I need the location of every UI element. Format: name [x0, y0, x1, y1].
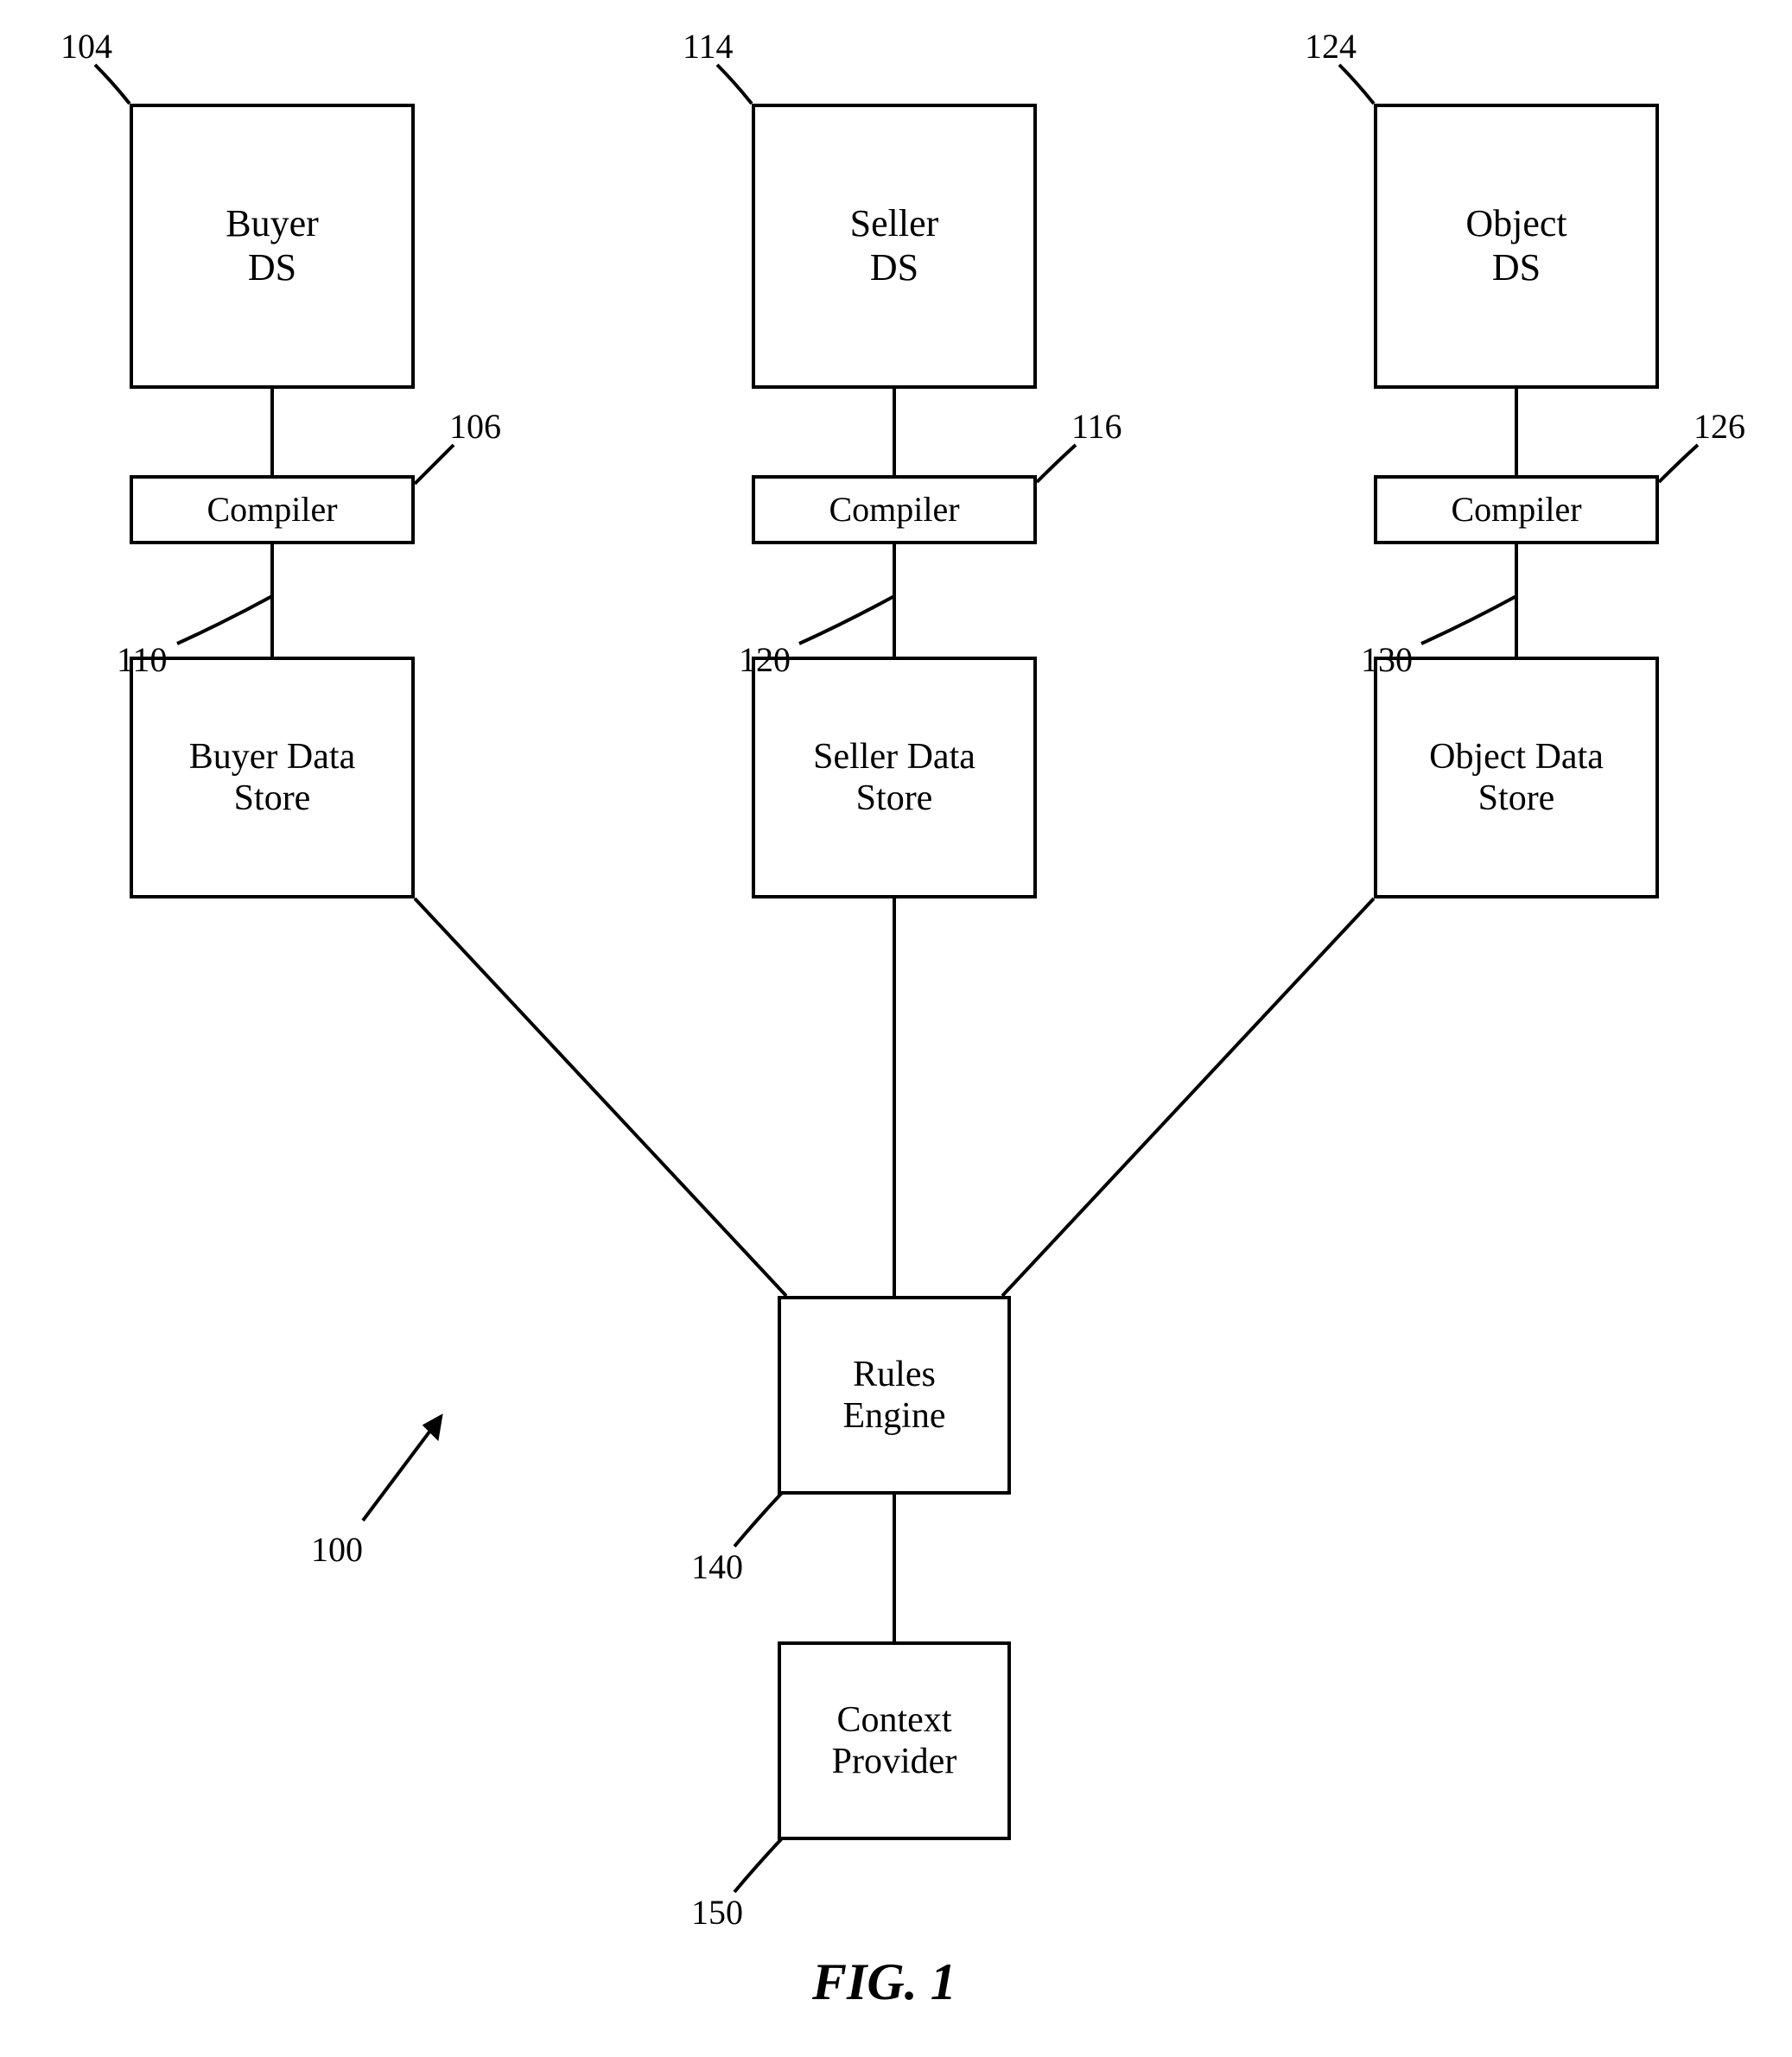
box-seller-store: Seller Data Store: [752, 657, 1037, 898]
ref-130: 130: [1361, 639, 1413, 680]
ref-100: 100: [311, 1529, 363, 1570]
box-buyer-compiler: Compiler: [130, 475, 415, 544]
ref-114: 114: [683, 26, 734, 67]
label-rules-engine: Rules Engine: [843, 1354, 946, 1438]
figure-caption: FIG. 1: [812, 1952, 956, 2012]
edge-object-ds-compiler: [1515, 389, 1518, 475]
edge-rules-context: [893, 1495, 896, 1641]
box-object-compiler: Compiler: [1374, 475, 1659, 544]
ref-116: 116: [1071, 406, 1122, 447]
ref-110: 110: [117, 639, 168, 680]
diagram-stage: Buyer DS Compiler Buyer Data Store Selle…: [0, 0, 1792, 2057]
ref-140: 140: [691, 1546, 743, 1587]
label-object-compiler: Compiler: [1451, 490, 1581, 530]
label-object-store: Object Data Store: [1429, 736, 1604, 820]
ref-120: 120: [739, 639, 791, 680]
label-context-provider: Context Provider: [832, 1699, 957, 1783]
ref-124: 124: [1305, 26, 1357, 67]
label-seller-compiler: Compiler: [829, 490, 959, 530]
label-object-ds: Object DS: [1465, 202, 1566, 289]
ref-126: 126: [1694, 406, 1745, 447]
edge-seller-compiler-store: [893, 544, 896, 657]
box-seller-ds: Seller DS: [752, 104, 1037, 389]
edge-seller-store-rules: [893, 898, 896, 1296]
edge-buyer-ds-compiler: [270, 389, 274, 475]
label-seller-ds: Seller DS: [850, 202, 939, 289]
label-buyer-ds: Buyer DS: [226, 202, 319, 289]
ref-106: 106: [449, 406, 501, 447]
label-buyer-compiler: Compiler: [207, 490, 337, 530]
edge-buyer-compiler-store: [270, 544, 274, 657]
label-seller-store: Seller Data Store: [813, 736, 975, 820]
box-rules-engine: Rules Engine: [778, 1296, 1011, 1495]
ref-104: 104: [60, 26, 112, 67]
box-object-ds: Object DS: [1374, 104, 1659, 389]
box-object-store: Object Data Store: [1374, 657, 1659, 898]
box-buyer-ds: Buyer DS: [130, 104, 415, 389]
box-seller-compiler: Compiler: [752, 475, 1037, 544]
label-buyer-store: Buyer Data Store: [189, 736, 355, 820]
box-buyer-store: Buyer Data Store: [130, 657, 415, 898]
edge-seller-ds-compiler: [893, 389, 896, 475]
box-context-provider: Context Provider: [778, 1641, 1011, 1840]
ref-150: 150: [691, 1892, 743, 1933]
edge-object-compiler-store: [1515, 544, 1518, 657]
